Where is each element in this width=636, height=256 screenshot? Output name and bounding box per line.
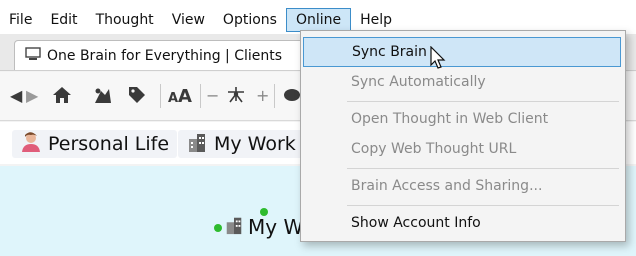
pin-icon[interactable] — [92, 86, 112, 108]
mouse-cursor-icon — [430, 45, 446, 74]
menu-item-show-account-info[interactable]: Show Account Info — [303, 208, 621, 238]
menu-separator — [347, 168, 619, 169]
plex-thought-node[interactable]: My W — [224, 214, 303, 240]
toolbar-separator — [160, 84, 161, 108]
pin-label: My Work — [214, 133, 296, 155]
home-icon[interactable] — [52, 86, 72, 108]
menu-view[interactable]: View — [163, 8, 214, 32]
back-arrow-icon[interactable]: ◀ — [10, 86, 22, 105]
menu-separator — [347, 205, 619, 206]
brain-tab-title: One Brain for Everything | Clients — [47, 47, 283, 64]
pin-personal-life[interactable]: Personal Life — [12, 130, 178, 158]
menu-options[interactable]: Options — [214, 8, 286, 32]
tag-icon[interactable] — [128, 86, 146, 108]
online-menu-dropdown: Sync Brain Sync Automatically Open Thoug… — [300, 30, 626, 242]
menu-item-copy-web-url[interactable]: Copy Web Thought URL — [303, 134, 621, 164]
svg-text:A: A — [168, 91, 178, 104]
menu-separator — [347, 101, 619, 102]
pin-label: Personal Life — [48, 133, 170, 155]
person-icon — [20, 131, 42, 157]
font-size-icon[interactable]: AA — [168, 86, 192, 108]
building-icon — [186, 131, 208, 157]
zoom-out-icon[interactable]: − — [206, 86, 219, 105]
forward-arrow-icon[interactable]: ▶ — [26, 86, 38, 105]
zoom-in-icon[interactable]: + — [256, 86, 269, 105]
menu-item-open-web-client[interactable]: Open Thought in Web Client — [303, 104, 621, 134]
building-icon — [224, 214, 244, 240]
menu-thought[interactable]: Thought — [87, 8, 163, 32]
menu-item-sync-automatically[interactable]: Sync Automatically — [303, 67, 621, 97]
cloud-icon[interactable] — [282, 86, 300, 106]
brain-tab[interactable]: One Brain for Everything | Clients — [14, 40, 304, 70]
menu-edit[interactable]: Edit — [41, 8, 86, 32]
toolbar-separator — [274, 84, 275, 108]
menu-help[interactable]: Help — [351, 8, 401, 32]
thought-label: My W — [248, 215, 304, 239]
svg-text:A: A — [178, 86, 192, 104]
menu-item-sync-brain[interactable]: Sync Brain — [303, 37, 621, 67]
node-link-dot[interactable] — [214, 224, 222, 232]
menu-item-brain-access-sharing[interactable]: Brain Access and Sharing... — [303, 171, 621, 201]
menu-online[interactable]: Online — [285, 8, 352, 32]
menu-file[interactable]: File — [0, 8, 41, 32]
brain-icon — [25, 46, 41, 65]
pin-my-work[interactable]: My Work — [178, 130, 304, 158]
layout-icon[interactable] — [226, 86, 246, 108]
toolbar-separator — [200, 84, 201, 108]
